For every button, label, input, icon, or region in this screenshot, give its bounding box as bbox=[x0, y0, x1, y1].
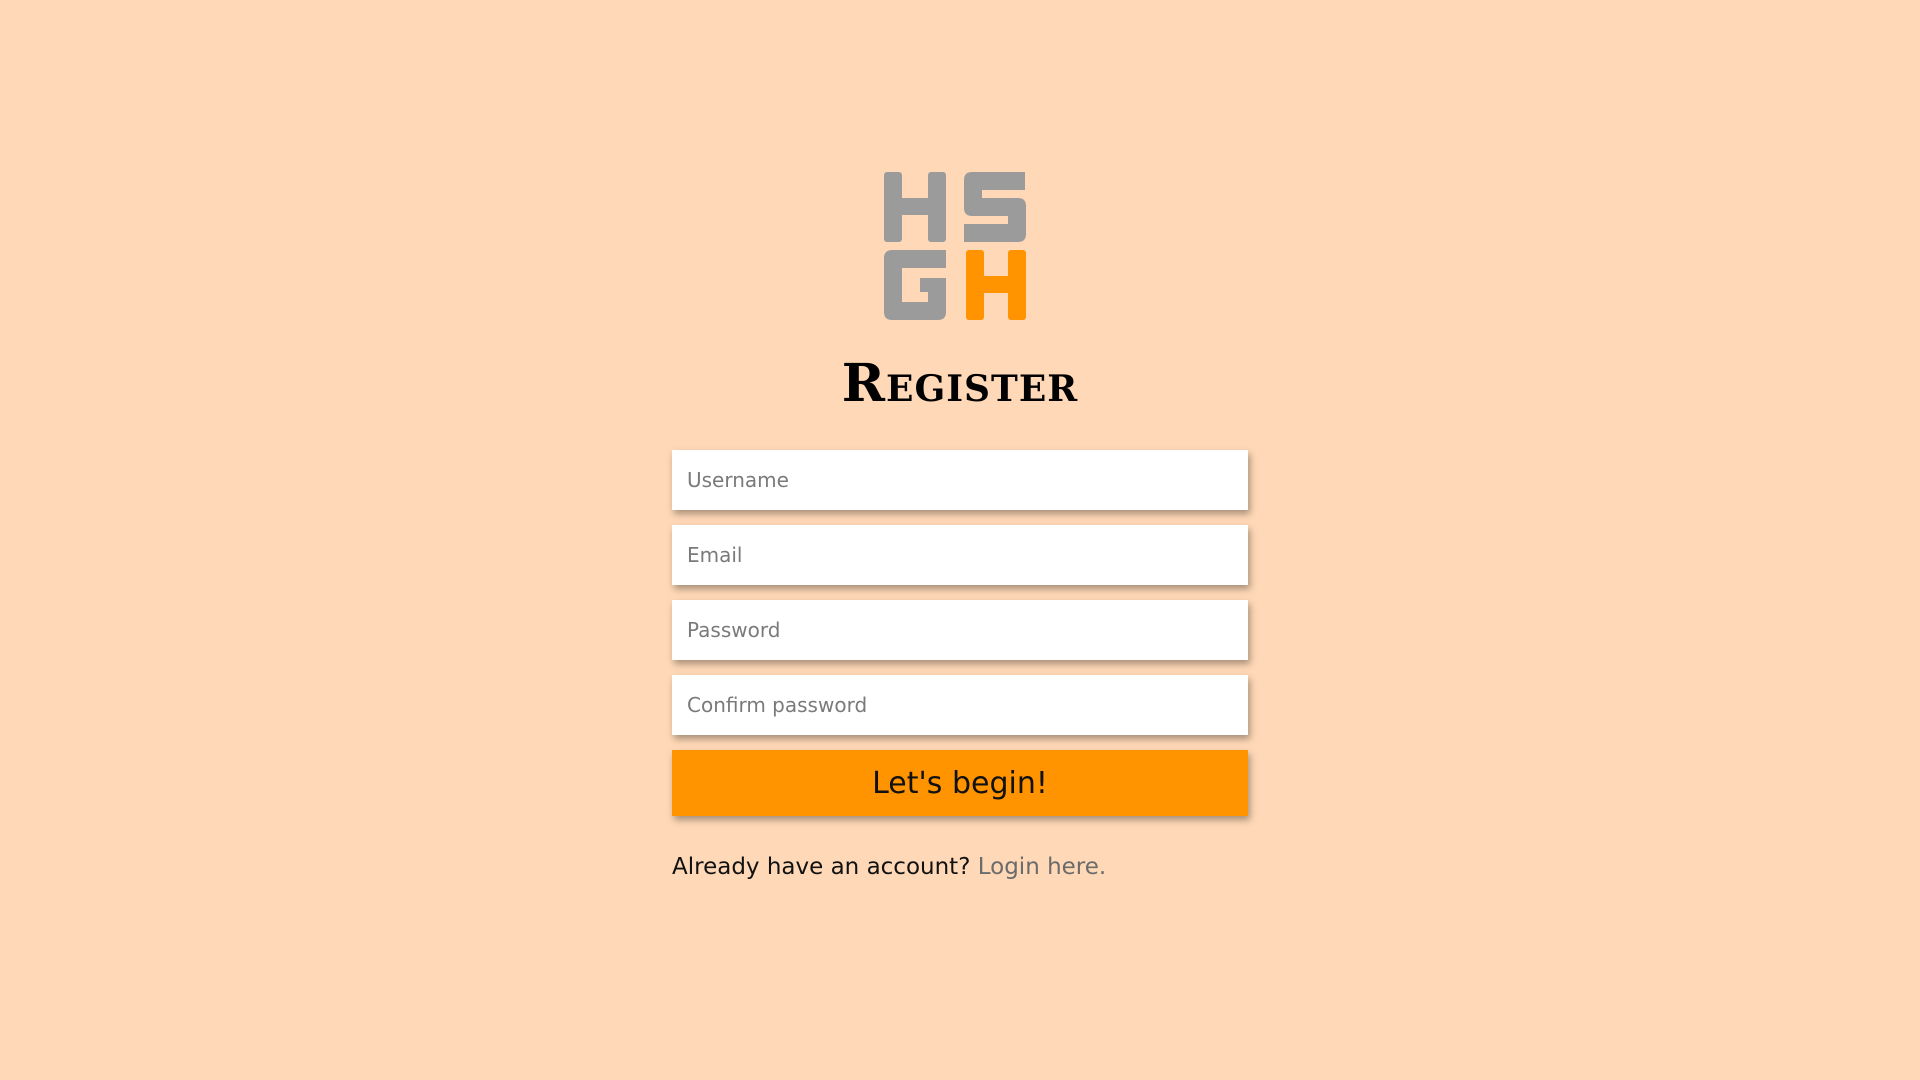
confirm-password-input[interactable] bbox=[672, 675, 1248, 735]
login-prompt-text: Already have an account? bbox=[672, 854, 971, 880]
logo-mark-icon bbox=[884, 172, 1026, 320]
password-input[interactable] bbox=[672, 600, 1248, 660]
hsgh-logo bbox=[882, 168, 1028, 324]
register-form: Let's begin! bbox=[672, 450, 1248, 816]
username-input[interactable] bbox=[672, 450, 1248, 510]
login-prompt: Already have an account? Login here. bbox=[672, 854, 1106, 880]
register-page: Register Let's begin! Already have an ac… bbox=[0, 0, 1920, 1080]
login-link[interactable]: Login here. bbox=[978, 854, 1107, 880]
email-input[interactable] bbox=[672, 525, 1248, 585]
lets-begin-button[interactable]: Let's begin! bbox=[672, 750, 1248, 816]
page-title: Register bbox=[841, 353, 1079, 414]
